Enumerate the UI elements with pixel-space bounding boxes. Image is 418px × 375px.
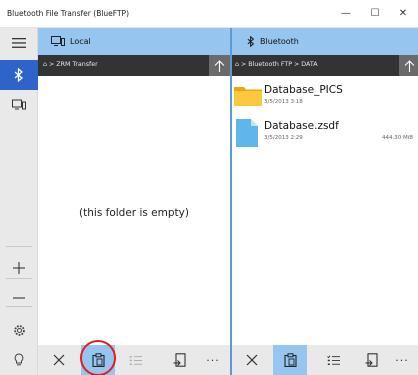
send-to-icon (173, 353, 186, 367)
rail-item-bluetooth[interactable] (0, 60, 38, 90)
file-date: 3/5/2013 3:18 (264, 99, 303, 105)
paste-button[interactable] (81, 345, 115, 375)
send-button[interactable] (354, 345, 388, 375)
navigation-rail (0, 28, 38, 375)
send-to-icon (365, 353, 378, 367)
clipboard-icon (283, 353, 297, 367)
close-icon (246, 354, 258, 366)
maximize-button[interactable]: ☐ (365, 4, 385, 24)
remote-pane-title: Bluetooth (260, 37, 299, 46)
rail-item-local[interactable] (0, 90, 38, 120)
zoom-out-button[interactable] (0, 283, 38, 313)
more-options-button[interactable]: ··· (196, 345, 230, 375)
arrow-up-icon (214, 59, 225, 72)
file-name: Database_PICS (264, 84, 343, 96)
file-icon (236, 119, 258, 147)
lightbulb-icon (14, 353, 24, 366)
remote-path-bar: ⌂ > Bluetooth FTP > DATA (232, 55, 418, 76)
clipboard-icon (91, 353, 105, 367)
hamburger-menu-icon (12, 38, 26, 48)
folder-icon (234, 87, 262, 106)
select-items-button[interactable] (316, 345, 350, 375)
title-bar: Bluetooth File Transfer (BlueFTP) — ☐ ✕ (0, 0, 418, 28)
send-button[interactable] (162, 345, 196, 375)
more-icon: ··· (206, 353, 220, 367)
rail-separator (6, 246, 32, 247)
remote-up-button[interactable] (399, 55, 418, 76)
pane-divider[interactable] (230, 28, 232, 375)
local-breadcrumb[interactable]: ⌂ > ZRM Transfer (43, 61, 98, 68)
computer-icon (12, 99, 26, 110)
paste-button[interactable] (273, 345, 307, 375)
checklist-icon (326, 355, 340, 365)
select-items-button[interactable] (118, 345, 152, 375)
tips-button[interactable] (0, 345, 38, 375)
cancel-selection-button[interactable] (42, 345, 76, 375)
file-name: Database.zsdf (264, 120, 339, 132)
list-item-file[interactable]: Database.zsdf 3/5/2013 2:29 444.30 MiB (232, 118, 418, 156)
zoom-out-icon (13, 297, 25, 299)
computer-icon (51, 36, 65, 46)
local-pane-header: Local (38, 28, 230, 55)
rail-separator (6, 278, 32, 279)
close-button[interactable]: ✕ (393, 4, 413, 24)
file-size: 444.30 MiB (381, 135, 413, 141)
close-icon (53, 354, 65, 366)
bluetooth-icon (14, 68, 23, 82)
hamburger-menu-button[interactable] (0, 28, 38, 58)
remote-command-bar: ··· (232, 345, 418, 375)
local-up-button[interactable] (209, 55, 230, 76)
file-date: 3/5/2013 2:29 (264, 135, 303, 141)
settings-icon (13, 324, 25, 336)
local-pane-title: Local (70, 37, 91, 46)
list-item-folder[interactable]: Database_PICS 3/5/2013 3:18 (232, 82, 418, 120)
arrow-up-icon (404, 59, 415, 72)
window-title: Bluetooth File Transfer (BlueFTP) (7, 9, 130, 18)
more-options-button[interactable]: ··· (386, 345, 418, 375)
rail-separator (6, 306, 32, 307)
local-command-bar: ··· (38, 345, 230, 375)
remote-pane-header: Bluetooth (232, 28, 418, 55)
minimize-button[interactable]: — (336, 4, 356, 24)
bluetooth-icon (247, 36, 255, 47)
cancel-selection-button[interactable] (235, 345, 269, 375)
local-path-bar: ⌂ > ZRM Transfer (38, 55, 230, 76)
settings-button[interactable] (0, 315, 38, 345)
remote-breadcrumb[interactable]: ⌂ > Bluetooth FTP > DATA (235, 61, 318, 68)
more-icon: ··· (395, 353, 409, 367)
checklist-icon (128, 355, 142, 365)
empty-folder-message: (this folder is empty) (79, 207, 189, 219)
zoom-in-icon (13, 262, 25, 274)
